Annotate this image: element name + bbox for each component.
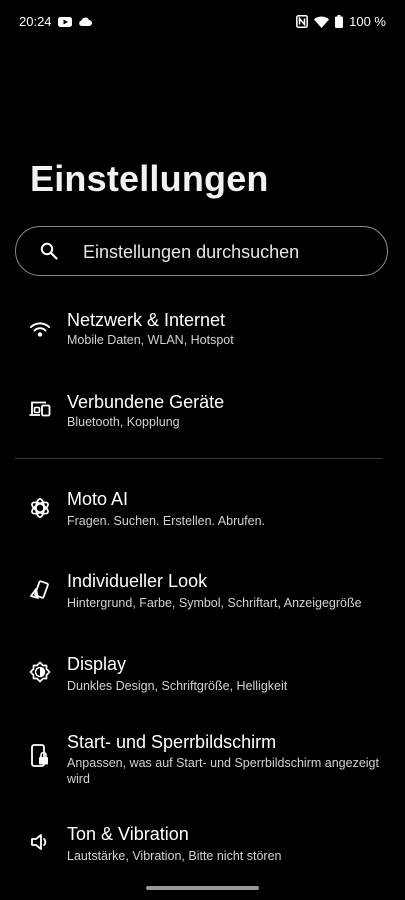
connected-devices-icon <box>29 398 51 420</box>
status-time: 20:24 <box>19 14 52 29</box>
settings-item-connected-devices[interactable]: Verbundene Geräte Bluetooth, Kopplung <box>0 387 405 457</box>
battery-icon <box>335 15 344 28</box>
settings-item-subtitle: Bluetooth, Kopplung <box>67 415 180 429</box>
search-input[interactable]: Einstellungen durchsuchen <box>15 226 388 276</box>
settings-item-title: Ton & Vibration <box>67 824 189 844</box>
settings-item-title: Display <box>67 654 127 674</box>
settings-item-look[interactable]: Individueller Look Hintergrund, Farbe, S… <box>0 568 405 638</box>
wifi-icon <box>29 318 51 340</box>
settings-item-subtitle: Lautstärke, Vibration, Bitte nicht störe… <box>67 849 282 863</box>
settings-item-display[interactable]: Display Dunkles Design, Schriftgröße, He… <box>0 651 405 721</box>
gesture-nav-handle[interactable] <box>146 886 259 890</box>
settings-item-title: Individueller Look <box>67 571 208 591</box>
status-right: 100 % <box>296 14 386 29</box>
settings-item-moto-ai[interactable]: Moto AI Fragen. Suchen. Erstellen. Abruf… <box>0 486 405 556</box>
search-placeholder: Einstellungen durchsuchen <box>83 242 300 262</box>
youtube-icon <box>57 16 72 27</box>
settings-item-subtitle: Mobile Daten, WLAN, Hotspot <box>67 333 234 347</box>
settings-item-subtitle: Dunkles Design, Schriftgröße, Helligkeit <box>67 679 288 693</box>
moto-ai-icon <box>29 497 51 519</box>
settings-item-title: Netzwerk & Internet <box>67 310 226 330</box>
lockscreen-icon <box>29 744 51 767</box>
nfc-icon <box>296 15 309 28</box>
battery-level: 100 % <box>349 14 386 29</box>
status-left: 20:24 <box>19 14 92 29</box>
settings-item-subtitle: Fragen. Suchen. Erstellen. Abrufen. <box>67 514 266 528</box>
settings-item-title: Verbundene Geräte <box>67 392 225 412</box>
settings-item-subtitle: Hintergrund, Farbe, Symbol, Schriftart, … <box>67 596 362 610</box>
personalize-icon <box>29 579 51 601</box>
wifi-icon <box>314 16 330 28</box>
cloud-icon <box>78 17 92 27</box>
search-icon <box>40 242 58 265</box>
settings-item-sound[interactable]: Ton & Vibration Lautstärke, Vibration, B… <box>0 821 405 891</box>
divider <box>15 458 382 459</box>
settings-item-title: Moto AI <box>67 489 129 509</box>
settings-item-lockscreen[interactable]: Start- und Sperrbildschirm Anpassen, was… <box>0 729 405 799</box>
sound-icon <box>29 831 51 853</box>
status-bar: 20:24 100 % <box>0 0 405 44</box>
settings-item-network[interactable]: Netzwerk & Internet Mobile Daten, WLAN, … <box>0 305 405 375</box>
settings-item-subtitle: Anpassen, was auf Start- und Sperrbildsc… <box>67 756 379 786</box>
page-title: Einstellungen <box>30 158 269 199</box>
display-icon <box>29 661 51 683</box>
settings-item-title: Start- und Sperrbildschirm <box>67 732 277 752</box>
